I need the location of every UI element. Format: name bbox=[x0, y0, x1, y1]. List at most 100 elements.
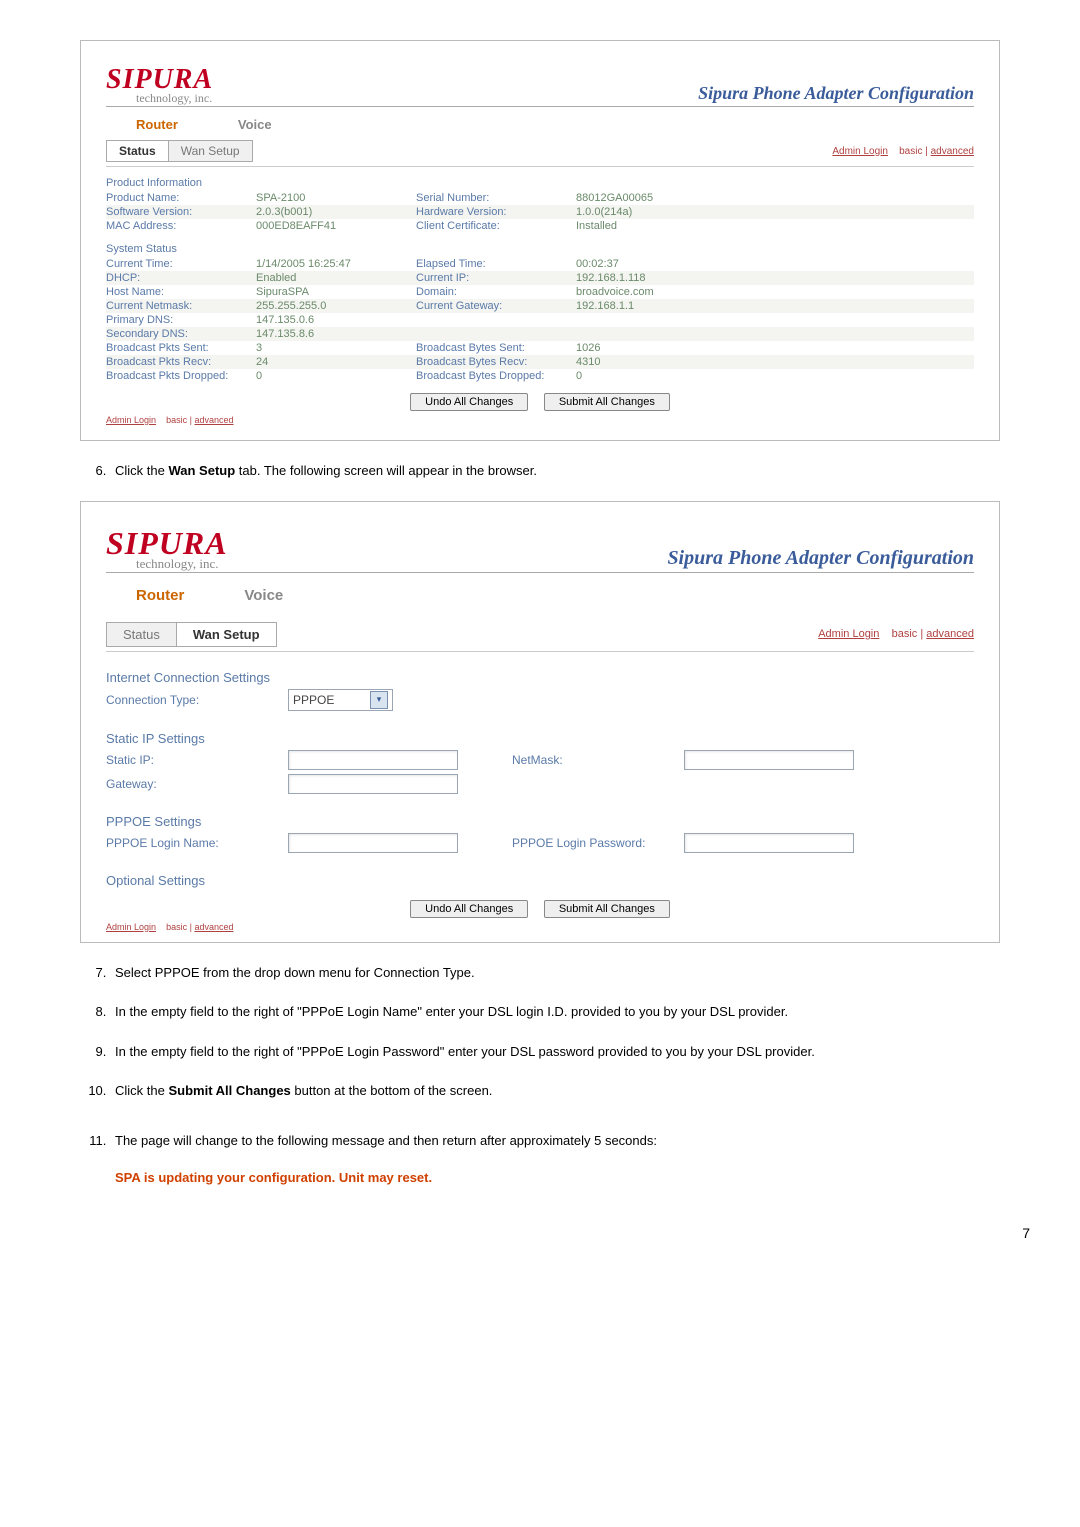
bcast-bytes-dropped-value: 0 bbox=[576, 370, 726, 382]
advanced-link[interactable]: advanced bbox=[931, 146, 974, 157]
button-row-2: Undo All Changes Submit All Changes bbox=[106, 900, 974, 918]
mac-value: 000ED8EAFF41 bbox=[256, 220, 416, 232]
domain-value: broadvoice.com bbox=[576, 286, 726, 298]
chevron-down-icon[interactable]: ▾ bbox=[370, 691, 388, 709]
basic-label-footer-2: basic bbox=[166, 922, 187, 932]
step-6: Click the Wan Setup tab. The following s… bbox=[110, 461, 1030, 481]
basic-label: basic bbox=[899, 146, 922, 157]
bcast-bytes-sent-label: Broadcast Bytes Sent: bbox=[416, 342, 576, 354]
connection-type-select[interactable]: PPPOE ▾ bbox=[288, 689, 393, 711]
main-tabs-2: Router Voice bbox=[106, 577, 974, 604]
step-10: Click the Submit All Changes button at t… bbox=[110, 1081, 1030, 1101]
gateway-row: Gateway: bbox=[106, 772, 974, 796]
header-row: SIPURA technology, inc. Sipura Phone Ada… bbox=[106, 66, 974, 107]
header-row-2: SIPURA technology, inc. Sipura Phone Ada… bbox=[106, 527, 974, 573]
sub-tabs-2: Status Wan Setup bbox=[106, 622, 277, 647]
footer-links: Admin Login basic | advanced bbox=[106, 415, 974, 425]
pppoe-login-password-label: PPPOE Login Password: bbox=[512, 836, 682, 850]
dhcp-label: DHCP: bbox=[106, 272, 256, 284]
sub-tab-row: Status Wan Setup Admin Login basic | adv… bbox=[106, 140, 974, 162]
elapsed-time-value: 00:02:37 bbox=[576, 258, 726, 270]
ics-head: Internet Connection Settings bbox=[106, 652, 974, 687]
domain-label: Domain: bbox=[416, 286, 576, 298]
bcast-pkts-recv-value: 24 bbox=[256, 356, 416, 368]
hardware-version-label: Hardware Version: bbox=[416, 206, 576, 218]
sub-tab-row-2: Status Wan Setup Admin Login basic | adv… bbox=[106, 622, 974, 647]
bcast-bytes-recv-value: 4310 bbox=[576, 356, 726, 368]
admin-links: Admin Login basic | advanced bbox=[832, 146, 974, 157]
admin-login-link-2[interactable]: Admin Login bbox=[818, 628, 879, 640]
primary-dns-label: Primary DNS: bbox=[106, 314, 256, 326]
advanced-link-footer[interactable]: advanced bbox=[194, 415, 233, 425]
step-9: In the empty field to the right of "PPPo… bbox=[110, 1042, 1030, 1062]
current-time-value: 1/14/2005 16:25:47 bbox=[256, 258, 416, 270]
pppoe-login-password-input[interactable] bbox=[684, 833, 854, 853]
software-version-value: 2.0.3(b001) bbox=[256, 206, 416, 218]
subtab-status[interactable]: Status bbox=[106, 140, 169, 162]
undo-all-changes-button-2[interactable]: Undo All Changes bbox=[410, 900, 528, 918]
logo-brand: SIPURA bbox=[106, 66, 213, 94]
logo: SIPURA technology, inc. bbox=[106, 66, 213, 104]
instruction-steps: Click the Wan Setup tab. The following s… bbox=[50, 461, 1030, 481]
footer-links-2: Admin Login basic | advanced bbox=[106, 922, 974, 932]
host-name-value: SipuraSPA bbox=[256, 286, 416, 298]
status-screenshot: SIPURA technology, inc. Sipura Phone Ada… bbox=[80, 40, 1000, 441]
admin-login-link-footer[interactable]: Admin Login bbox=[106, 415, 156, 425]
cert-value: Installed bbox=[576, 220, 726, 232]
netmask-label-2: NetMask: bbox=[512, 753, 682, 767]
step-11: The page will change to the following me… bbox=[110, 1131, 1030, 1151]
instruction-steps-cont: Select PPPOE from the drop down menu for… bbox=[50, 963, 1030, 1151]
pppoe-login-name-input[interactable] bbox=[288, 833, 458, 853]
netmask-label: Current Netmask: bbox=[106, 300, 256, 312]
static-ip-head: Static IP Settings bbox=[106, 713, 974, 748]
step-7: Select PPPOE from the drop down menu for… bbox=[110, 963, 1030, 983]
undo-all-changes-button[interactable]: Undo All Changes bbox=[410, 393, 528, 411]
bcast-pkts-recv-label: Broadcast Pkts Recv: bbox=[106, 356, 256, 368]
submit-all-changes-button-2[interactable]: Submit All Changes bbox=[544, 900, 670, 918]
dhcp-value: Enabled bbox=[256, 272, 416, 284]
gateway-value: 192.168.1.1 bbox=[576, 300, 726, 312]
optional-head: Optional Settings bbox=[106, 855, 974, 890]
secondary-dns-value: 147.135.8.6 bbox=[256, 328, 416, 340]
tab-voice[interactable]: Voice bbox=[238, 117, 272, 132]
bcast-bytes-recv-label: Broadcast Bytes Recv: bbox=[416, 356, 576, 368]
logo-2: SIPURA technology, inc. bbox=[106, 527, 228, 570]
basic-label-footer: basic bbox=[166, 415, 187, 425]
tab-voice-2[interactable]: Voice bbox=[244, 587, 283, 604]
product-name-value: SPA-2100 bbox=[256, 192, 416, 204]
tab-router[interactable]: Router bbox=[136, 117, 178, 132]
subtab-wan-setup-2[interactable]: Wan Setup bbox=[177, 622, 277, 647]
static-ip-row: Static IP: NetMask: bbox=[106, 748, 974, 772]
bcast-pkts-dropped-value: 0 bbox=[256, 370, 416, 382]
subtab-status-2[interactable]: Status bbox=[106, 622, 177, 647]
submit-all-changes-button[interactable]: Submit All Changes bbox=[544, 393, 670, 411]
pppoe-head: PPPOE Settings bbox=[106, 796, 974, 831]
host-name-label: Host Name: bbox=[106, 286, 256, 298]
advanced-link-footer-2[interactable]: advanced bbox=[194, 922, 233, 932]
admin-login-link[interactable]: Admin Login bbox=[832, 146, 888, 157]
subtab-wan-setup[interactable]: Wan Setup bbox=[169, 140, 253, 162]
serial-value: 88012GA00065 bbox=[576, 192, 726, 204]
admin-login-link-footer-2[interactable]: Admin Login bbox=[106, 922, 156, 932]
gateway-label-2: Gateway: bbox=[106, 777, 286, 791]
bcast-bytes-sent-value: 1026 bbox=[576, 342, 726, 354]
current-ip-value: 192.168.1.118 bbox=[576, 272, 726, 284]
step-8: In the empty field to the right of "PPPo… bbox=[110, 1002, 1030, 1022]
advanced-link-2[interactable]: advanced bbox=[926, 628, 974, 640]
hardware-version-value: 1.0.0(214a) bbox=[576, 206, 726, 218]
netmask-value: 255.255.255.0 bbox=[256, 300, 416, 312]
netmask-input[interactable] bbox=[684, 750, 854, 770]
bcast-bytes-dropped-label: Broadcast Bytes Dropped: bbox=[416, 370, 576, 382]
bcast-pkts-sent-label: Broadcast Pkts Sent: bbox=[106, 342, 256, 354]
wan-setup-screenshot: SIPURA technology, inc. Sipura Phone Ada… bbox=[80, 501, 1000, 943]
page-number: 7 bbox=[50, 1225, 1030, 1241]
update-message: SPA is updating your configuration. Unit… bbox=[115, 1170, 1030, 1185]
product-name-label: Product Name: bbox=[106, 192, 256, 204]
bcast-pkts-dropped-label: Broadcast Pkts Dropped: bbox=[106, 370, 256, 382]
static-ip-input[interactable] bbox=[288, 750, 458, 770]
config-title-2: Sipura Phone Adapter Configuration bbox=[667, 547, 974, 570]
product-info-head: Product Information bbox=[106, 167, 974, 191]
tab-router-2[interactable]: Router bbox=[136, 587, 184, 604]
cert-label: Client Certificate: bbox=[416, 220, 576, 232]
gateway-input[interactable] bbox=[288, 774, 458, 794]
